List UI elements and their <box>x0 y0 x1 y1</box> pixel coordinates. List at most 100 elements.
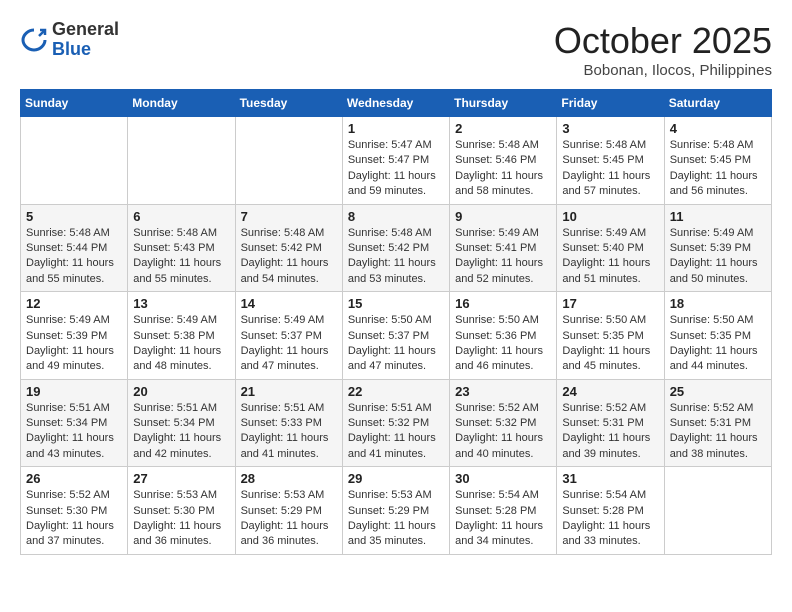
weekday-header-thursday: Thursday <box>450 90 557 117</box>
calendar-cell: 9Sunrise: 5:49 AMSunset: 5:41 PMDaylight… <box>450 204 557 292</box>
calendar-cell: 20Sunrise: 5:51 AMSunset: 5:34 PMDayligh… <box>128 379 235 467</box>
calendar-cell: 13 Sunrise: 5:49 AMSunset: 5:38 PMDayligh… <box>128 292 235 380</box>
month-title: October 2025 <box>554 20 772 62</box>
logo-text: General Blue <box>52 20 119 60</box>
day-info: Sunrise: 5:49 AMSunset: 5:38 PMDaylight:… <box>133 313 229 375</box>
day-info: Sunrise: 5:53 AMSunset: 5:29 PMDaylight:… <box>241 488 337 550</box>
calendar-cell: 7Sunrise: 5:48 AMSunset: 5:42 PMDaylight… <box>235 204 342 292</box>
weekday-row: SundayMondayTuesdayWednesdayThursdayFrid… <box>21 90 772 117</box>
calendar-cell: 12Sunrise: 5:49 AMSunset: 5:39 PMDayligh… <box>21 292 128 380</box>
day-info: Sunrise: 5:50 AMSunset: 5:37 PMDaylight:… <box>348 313 444 375</box>
calendar-cell: 27 Sunrise: 5:53 AMSunset: 5:30 PMDayligh… <box>128 467 235 555</box>
day-info: Sunrise: 5:52 AMSunset: 5:32 PMDaylight:… <box>455 401 551 463</box>
day-number: 27 <box>133 471 229 486</box>
location: Bobonan, Ilocos, Philippines <box>554 62 772 79</box>
day-number: 15 <box>348 296 444 311</box>
calendar-cell: 11 Sunrise: 5:49 AMSunset: 5:39 PMDayligh… <box>664 204 771 292</box>
day-number: 22 <box>348 384 444 399</box>
calendar-cell: 31Sunrise: 5:54 AMSunset: 5:28 PMDayligh… <box>557 467 664 555</box>
day-number: 1 <box>348 121 444 136</box>
day-number: 21 <box>241 384 337 399</box>
day-info: Sunrise: 5:47 AMSunset: 5:47 PMDaylight:… <box>348 138 444 200</box>
day-number: 31 <box>562 471 658 486</box>
calendar-cell: 19 Sunrise: 5:51 AMSunset: 5:34 PMDayligh… <box>21 379 128 467</box>
day-number: 11 <box>670 209 766 224</box>
day-info: Sunrise: 5:49 AMSunset: 5:40 PMDaylight:… <box>562 226 658 288</box>
day-number: 18 <box>670 296 766 311</box>
day-number: 20 <box>133 384 229 399</box>
weekday-header-wednesday: Wednesday <box>342 90 449 117</box>
calendar-week-1: 5 Sunrise: 5:48 AMSunset: 5:44 PMDaylight… <box>21 204 772 292</box>
day-info: Sunrise: 5:48 AMSunset: 5:45 PMDaylight:… <box>670 138 766 200</box>
calendar-week-0: 1 Sunrise: 5:47 AMSunset: 5:47 PMDaylight… <box>21 117 772 205</box>
calendar-cell: 17 Sunrise: 5:50 AMSunset: 5:35 PMDayligh… <box>557 292 664 380</box>
day-number: 19 <box>26 384 122 399</box>
day-number: 10 <box>562 209 658 224</box>
day-info: Sunrise: 5:48 AMSunset: 5:46 PMDaylight:… <box>455 138 551 200</box>
weekday-header-saturday: Saturday <box>664 90 771 117</box>
day-number: 8 <box>348 209 444 224</box>
day-number: 14 <box>241 296 337 311</box>
calendar-week-2: 12Sunrise: 5:49 AMSunset: 5:39 PMDayligh… <box>21 292 772 380</box>
day-number: 3 <box>562 121 658 136</box>
logo: General Blue <box>20 20 119 60</box>
day-number: 25 <box>670 384 766 399</box>
calendar-cell: 4 Sunrise: 5:48 AMSunset: 5:45 PMDaylight… <box>664 117 771 205</box>
calendar-cell: 8Sunrise: 5:48 AMSunset: 5:42 PMDaylight… <box>342 204 449 292</box>
calendar-cell <box>664 467 771 555</box>
day-info: Sunrise: 5:48 AMSunset: 5:45 PMDaylight:… <box>562 138 658 200</box>
day-info: Sunrise: 5:51 AMSunset: 5:32 PMDaylight:… <box>348 401 444 463</box>
day-number: 17 <box>562 296 658 311</box>
day-number: 12 <box>26 296 122 311</box>
calendar-cell: 25 Sunrise: 5:52 AMSunset: 5:31 PMDayligh… <box>664 379 771 467</box>
calendar-cell: 5 Sunrise: 5:48 AMSunset: 5:44 PMDaylight… <box>21 204 128 292</box>
calendar-cell: 6Sunrise: 5:48 AMSunset: 5:43 PMDaylight… <box>128 204 235 292</box>
calendar-cell: 3 Sunrise: 5:48 AMSunset: 5:45 PMDaylight… <box>557 117 664 205</box>
day-info: Sunrise: 5:49 AMSunset: 5:37 PMDaylight:… <box>241 313 337 375</box>
calendar-cell: 21 Sunrise: 5:51 AMSunset: 5:33 PMDayligh… <box>235 379 342 467</box>
day-number: 13 <box>133 296 229 311</box>
day-number: 23 <box>455 384 551 399</box>
weekday-header-sunday: Sunday <box>21 90 128 117</box>
calendar-cell: 2Sunrise: 5:48 AMSunset: 5:46 PMDaylight… <box>450 117 557 205</box>
day-info: Sunrise: 5:51 AMSunset: 5:33 PMDaylight:… <box>241 401 337 463</box>
day-info: Sunrise: 5:50 AMSunset: 5:35 PMDaylight:… <box>562 313 658 375</box>
day-info: Sunrise: 5:53 AMSunset: 5:29 PMDaylight:… <box>348 488 444 550</box>
calendar-cell: 1 Sunrise: 5:47 AMSunset: 5:47 PMDaylight… <box>342 117 449 205</box>
calendar-body: 1 Sunrise: 5:47 AMSunset: 5:47 PMDaylight… <box>21 117 772 555</box>
day-number: 28 <box>241 471 337 486</box>
calendar-cell: 26 Sunrise: 5:52 AMSunset: 5:30 PMDayligh… <box>21 467 128 555</box>
day-info: Sunrise: 5:49 AMSunset: 5:41 PMDaylight:… <box>455 226 551 288</box>
day-number: 29 <box>348 471 444 486</box>
calendar-cell: 15 Sunrise: 5:50 AMSunset: 5:37 PMDayligh… <box>342 292 449 380</box>
day-number: 26 <box>26 471 122 486</box>
day-info: Sunrise: 5:52 AMSunset: 5:30 PMDaylight:… <box>26 488 122 550</box>
day-info: Sunrise: 5:50 AMSunset: 5:35 PMDaylight:… <box>670 313 766 375</box>
day-number: 30 <box>455 471 551 486</box>
calendar-cell: 22 Sunrise: 5:51 AMSunset: 5:32 PMDayligh… <box>342 379 449 467</box>
calendar-week-3: 19 Sunrise: 5:51 AMSunset: 5:34 PMDayligh… <box>21 379 772 467</box>
calendar-cell: 28 Sunrise: 5:53 AMSunset: 5:29 PMDayligh… <box>235 467 342 555</box>
day-info: Sunrise: 5:50 AMSunset: 5:36 PMDaylight:… <box>455 313 551 375</box>
day-info: Sunrise: 5:52 AMSunset: 5:31 PMDaylight:… <box>670 401 766 463</box>
day-info: Sunrise: 5:53 AMSunset: 5:30 PMDaylight:… <box>133 488 229 550</box>
day-number: 4 <box>670 121 766 136</box>
calendar-cell: 29 Sunrise: 5:53 AMSunset: 5:29 PMDayligh… <box>342 467 449 555</box>
calendar-cell: 30 Sunrise: 5:54 AMSunset: 5:28 PMDayligh… <box>450 467 557 555</box>
weekday-header-friday: Friday <box>557 90 664 117</box>
day-info: Sunrise: 5:48 AMSunset: 5:44 PMDaylight:… <box>26 226 122 288</box>
calendar-cell: 16Sunrise: 5:50 AMSunset: 5:36 PMDayligh… <box>450 292 557 380</box>
logo-general: General <box>52 19 119 39</box>
calendar-table: SundayMondayTuesdayWednesdayThursdayFrid… <box>20 89 772 555</box>
calendar-cell <box>128 117 235 205</box>
weekday-header-monday: Monday <box>128 90 235 117</box>
day-number: 5 <box>26 209 122 224</box>
day-info: Sunrise: 5:54 AMSunset: 5:28 PMDaylight:… <box>455 488 551 550</box>
day-info: Sunrise: 5:51 AMSunset: 5:34 PMDaylight:… <box>26 401 122 463</box>
calendar-cell: 10 Sunrise: 5:49 AMSunset: 5:40 PMDayligh… <box>557 204 664 292</box>
logo-blue: Blue <box>52 39 91 59</box>
page-header: General Blue October 2025 Bobonan, Iloco… <box>20 20 772 79</box>
logo-icon <box>20 26 48 54</box>
day-info: Sunrise: 5:49 AMSunset: 5:39 PMDaylight:… <box>670 226 766 288</box>
calendar-cell: 23 Sunrise: 5:52 AMSunset: 5:32 PMDayligh… <box>450 379 557 467</box>
